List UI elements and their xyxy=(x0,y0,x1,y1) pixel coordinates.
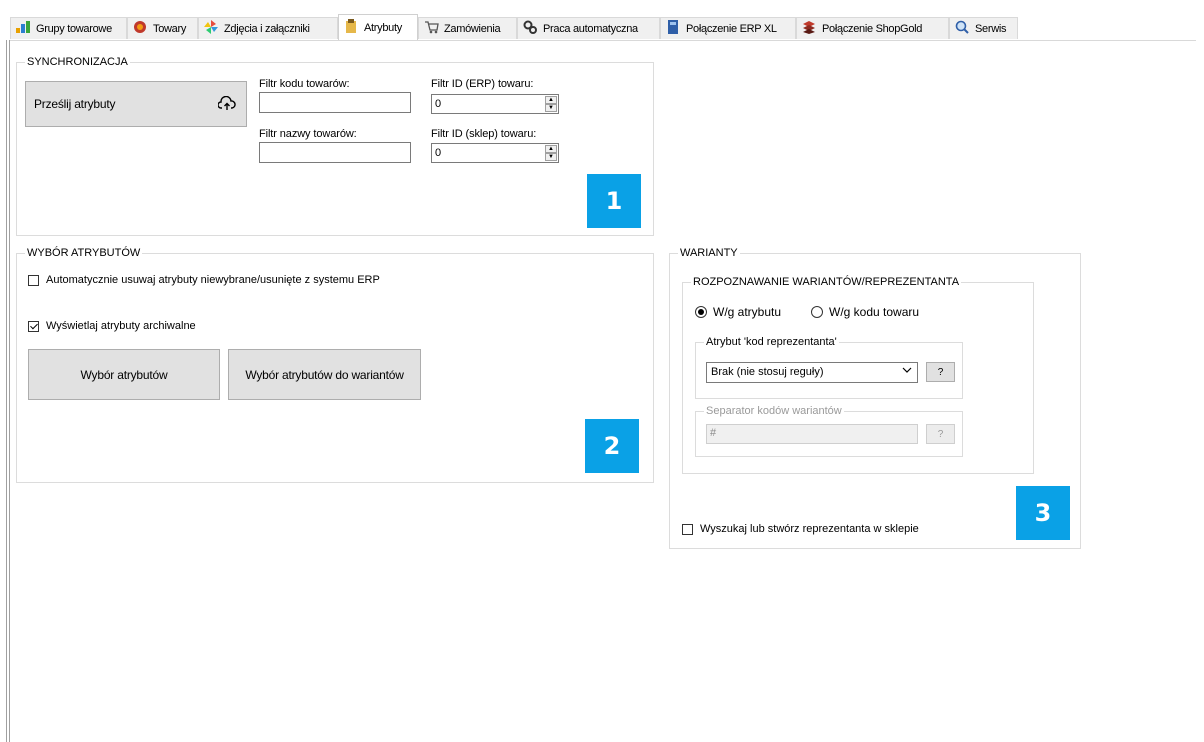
attributes-legend: WYBÓR ATRYBUTÓW xyxy=(25,246,143,260)
variants-legend: WARIANTY xyxy=(678,246,740,260)
code-filter-label: Filtr kodu towarów: xyxy=(259,78,350,90)
tab-atrybuty[interactable]: Atrybuty xyxy=(338,14,418,40)
tab-towary[interactable]: Towary xyxy=(127,17,198,39)
tab-label: Połączenie ShopGold xyxy=(822,22,923,35)
auto-remove-checkbox[interactable]: Automatycznie usuwaj atrybuty niewybrane… xyxy=(28,274,380,286)
rep-code-help-button[interactable]: ? xyxy=(926,362,955,382)
shop-id-spinner[interactable]: 0 ▲ ▼ xyxy=(431,143,559,163)
code-filter-input[interactable] xyxy=(259,92,411,113)
recognition-group: ROZPOZNAWANIE WARIANTÓW/REPREZENTANTA W/… xyxy=(682,275,1034,474)
separator-help-button[interactable]: ? xyxy=(926,424,955,444)
select-attributes-button[interactable]: Wybór atrybutów xyxy=(28,349,220,400)
send-attributes-button[interactable]: Prześlij atrybuty xyxy=(25,81,247,127)
rep-code-group: Atrybut 'kod reprezentanta' Brak (nie st… xyxy=(695,335,963,399)
book-icon xyxy=(665,20,681,37)
tab-label: Towary xyxy=(153,22,187,35)
search-create-label: Wyszukaj lub stwórz reprezentanta w skle… xyxy=(700,523,919,535)
chevron-down-icon xyxy=(902,365,912,378)
window-left-border xyxy=(6,40,7,742)
separator-group: Separator kodów wariantów # ? xyxy=(695,404,963,457)
spin-up-icon[interactable]: ▲ xyxy=(545,145,557,153)
checkbox-box[interactable] xyxy=(28,274,39,286)
tab-panel-border xyxy=(10,40,1196,41)
window-left-border-inner xyxy=(9,40,10,742)
spin-down-icon[interactable]: ▼ xyxy=(545,104,557,112)
radio-by-attribute[interactable]: W/g atrybutu xyxy=(695,305,781,319)
select-variant-attributes-button[interactable]: Wybór atrybutów do wariantów xyxy=(228,349,421,400)
checkbox-box[interactable] xyxy=(28,320,39,332)
shop-id-value: 0 xyxy=(435,147,442,159)
section-badge-2: 2 xyxy=(585,419,639,473)
rep-code-legend: Atrybut 'kod reprezentanta' xyxy=(704,335,839,349)
variants-group: WARIANTY ROZPOZNAWANIE WARIANTÓW/REPREZE… xyxy=(669,246,1081,549)
erp-id-spinner[interactable]: 0 ▲ ▼ xyxy=(431,94,559,114)
layers-icon xyxy=(801,20,817,37)
tab-label: Grupy towarowe xyxy=(36,22,112,35)
group-icon xyxy=(15,21,31,36)
section-badge-1: 1 xyxy=(587,174,641,228)
spin-up-icon[interactable]: ▲ xyxy=(545,96,557,104)
tab-praca-automatyczna[interactable]: Praca automatyczna xyxy=(517,17,660,39)
name-filter-input[interactable] xyxy=(259,142,411,163)
tab-label: Zdjęcia i załączniki xyxy=(224,22,310,35)
show-archived-checkbox[interactable]: Wyświetlaj atrybuty archiwalne xyxy=(28,320,196,332)
tab-label: Zamówienia xyxy=(444,22,501,35)
pinwheel-icon xyxy=(203,20,219,37)
tab-grupy-towarowe[interactable]: Grupy towarowe xyxy=(10,17,127,39)
separator-legend: Separator kodów wariantów xyxy=(704,404,844,418)
shop-id-filter-label: Filtr ID (sklep) towaru: xyxy=(431,128,537,140)
gears-icon xyxy=(522,20,538,37)
erp-id-value: 0 xyxy=(435,98,442,110)
tab-label: Atrybuty xyxy=(364,21,402,34)
products-icon xyxy=(132,20,148,37)
separator-input[interactable]: # xyxy=(706,424,918,444)
rep-code-value: Brak (nie stosuj reguły) xyxy=(711,366,824,378)
sync-group: SYNCHRONIZACJA Prześlij atrybuty Filtr k… xyxy=(16,55,654,236)
name-filter-label: Filtr nazwy towarów: xyxy=(259,128,357,140)
select-attributes-label: Wybór atrybutów xyxy=(80,367,168,382)
section-badge-3: 3 xyxy=(1016,486,1070,540)
select-variant-attributes-label: Wybór atrybutów do wariantów xyxy=(245,367,404,382)
tab-serwis[interactable]: Serwis xyxy=(949,17,1018,39)
recognition-legend: ROZPOZNAWANIE WARIANTÓW/REPREZENTANTA xyxy=(691,275,962,289)
tab-polaczenie-shopgold[interactable]: Połączenie ShopGold xyxy=(796,17,949,39)
cloud-upload-icon xyxy=(217,95,236,115)
radio-dot[interactable] xyxy=(811,306,823,318)
tab-label: Praca automatyczna xyxy=(543,22,638,35)
send-attributes-label: Prześlij atrybuty xyxy=(34,97,116,111)
checkbox-box[interactable] xyxy=(682,523,693,535)
auto-remove-label: Automatycznie usuwaj atrybuty niewybrane… xyxy=(46,274,380,286)
radio-dot[interactable] xyxy=(695,306,707,318)
rep-code-select[interactable]: Brak (nie stosuj reguły) xyxy=(706,362,918,383)
tab-label: Serwis xyxy=(975,22,1007,35)
search-create-checkbox[interactable]: Wyszukaj lub stwórz reprezentanta w skle… xyxy=(682,523,919,535)
radio-by-code-label: W/g kodu towaru xyxy=(829,305,920,319)
radio-by-code[interactable]: W/g kodu towaru xyxy=(811,305,919,319)
magnifier-icon xyxy=(954,20,970,37)
tab-polaczenie-erp-xl[interactable]: Połączenie ERP XL xyxy=(660,17,796,39)
sync-legend: SYNCHRONIZACJA xyxy=(25,55,130,69)
attributes-group: WYBÓR ATRYBUTÓW Automatycznie usuwaj atr… xyxy=(16,246,654,483)
tab-label: Połączenie ERP XL xyxy=(686,22,777,35)
show-archived-label: Wyświetlaj atrybuty archiwalne xyxy=(46,320,196,332)
erp-id-filter-label: Filtr ID (ERP) towaru: xyxy=(431,78,534,90)
tab-zdjecia[interactable]: Zdjęcia i załączniki xyxy=(198,17,338,39)
radio-by-attribute-label: W/g atrybutu xyxy=(713,305,782,319)
tab-zamowienia[interactable]: Zamówienia xyxy=(418,17,517,39)
clipboard-icon xyxy=(343,19,359,36)
cart-icon xyxy=(423,20,439,37)
spin-down-icon[interactable]: ▼ xyxy=(545,153,557,161)
